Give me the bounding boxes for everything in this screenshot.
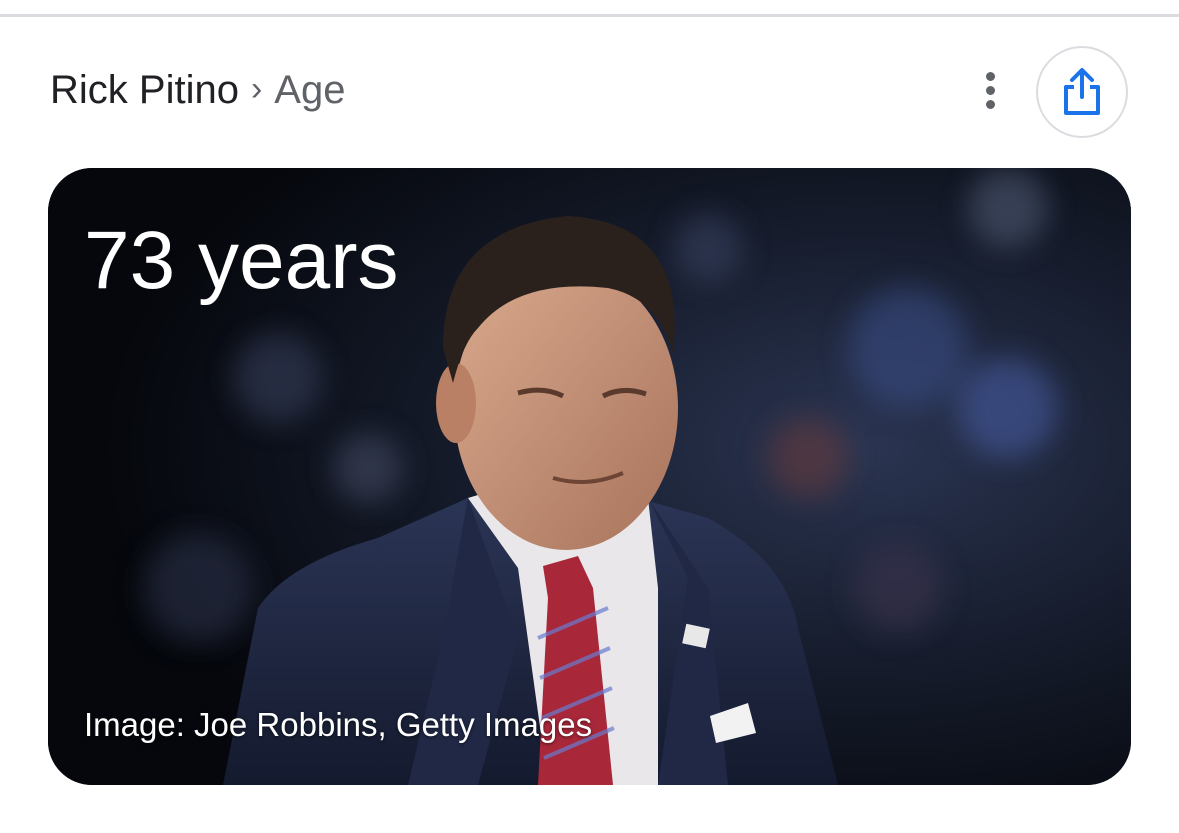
age-answer-card[interactable]: 73 years Image: Joe Robbins, Getty Image… bbox=[48, 168, 1131, 785]
image-credit: Image: Joe Robbins, Getty Images bbox=[84, 706, 593, 743]
breadcrumb-current: Age bbox=[274, 67, 346, 112]
share-button[interactable] bbox=[1036, 46, 1128, 138]
breadcrumb-subject[interactable]: Rick Pitino bbox=[50, 68, 239, 113]
age-value: 73 years bbox=[84, 215, 399, 306]
more-vert-icon bbox=[985, 71, 995, 81]
breadcrumb: Rick Pitino › Age bbox=[50, 60, 345, 120]
top-divider bbox=[0, 14, 1179, 17]
more-options-button[interactable] bbox=[966, 66, 1014, 114]
share-icon bbox=[1064, 68, 1100, 115]
breadcrumb-separator: › bbox=[250, 69, 263, 108]
